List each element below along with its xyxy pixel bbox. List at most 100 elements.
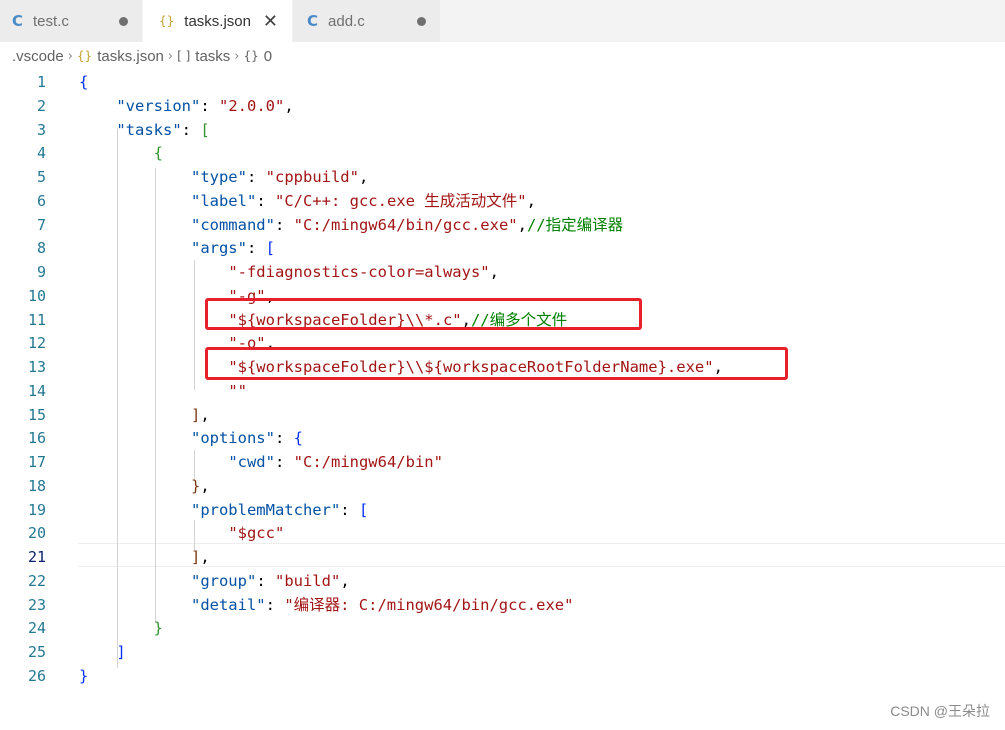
code-token: , xyxy=(489,263,499,281)
code-line: 14 "" xyxy=(0,379,1005,403)
code-line: 25 ] xyxy=(0,640,1005,664)
c-file-icon: C xyxy=(12,12,24,30)
code-line: 7 "command": "C:/mingw64/bin/gcc.exe",//… xyxy=(0,213,1005,237)
code-line: 24 } xyxy=(0,616,1005,640)
json-string: "build" xyxy=(274,571,341,590)
breadcrumb-array[interactable]: [ ] tasks xyxy=(177,48,230,65)
code-token: : xyxy=(256,191,275,210)
json-string: "C:/mingw64/bin" xyxy=(293,453,443,471)
code-token: : xyxy=(340,500,359,519)
json-string: "2.0.0" xyxy=(219,96,285,115)
line-number: 26 xyxy=(27,666,46,685)
line-number: 20 xyxy=(27,524,46,543)
editor-tab-bar: C test.c {} tasks.json ✕ C add.c xyxy=(0,0,1005,42)
code-line: 8 "args": [ xyxy=(0,236,1005,260)
json-key: "detail" xyxy=(190,595,266,614)
line-number: 22 xyxy=(27,571,46,590)
object-symbol-icon: {} xyxy=(243,49,259,63)
code-token: : xyxy=(181,120,201,139)
code-line: 19 "problemMatcher": [ xyxy=(0,498,1005,522)
code-line: 6 "label": "C/C++: gcc.exe 生成活动文件", xyxy=(0,189,1005,213)
breadcrumb-object-label: 0 xyxy=(263,47,273,65)
c-file-icon: C xyxy=(307,12,319,30)
tab-tasks-json[interactable]: {} tasks.json ✕ xyxy=(143,0,293,42)
code-editor[interactable]: 1{2 "version": "2.0.0", 3 "tasks": [4 {5 … xyxy=(0,70,1005,690)
json-string: "C/C++: gcc.exe 生成活动文件" xyxy=(274,191,527,210)
json-string: "C:/mingw64/bin/gcc.exe" xyxy=(293,215,518,234)
bracket: } xyxy=(190,476,201,495)
json-key: "type" xyxy=(190,168,247,186)
code-token: , xyxy=(200,548,210,566)
line-number: 13 xyxy=(27,358,46,376)
line-number: 11 xyxy=(27,310,46,329)
json-key: "problemMatcher" xyxy=(190,500,341,519)
code-token: : xyxy=(200,96,219,115)
bracket: ] xyxy=(190,548,201,566)
chevron-right-icon: › xyxy=(67,48,73,64)
code-token: : xyxy=(246,239,266,258)
code-line: 26} xyxy=(0,664,1005,688)
json-key: "command" xyxy=(190,215,275,234)
line-number: 14 xyxy=(27,381,46,400)
line-number: 19 xyxy=(27,500,46,519)
breadcrumb: .vscode › {} tasks.json › [ ] tasks › {}… xyxy=(0,42,1005,70)
bracket: ] xyxy=(116,643,126,661)
code-token: : xyxy=(265,595,285,614)
code-line: 2 "version": "2.0.0", xyxy=(0,94,1005,118)
json-file-icon: {} xyxy=(159,14,175,28)
code-line: 1{ xyxy=(0,70,1005,94)
bracket: [ xyxy=(265,239,275,258)
code-line: 5 "type": "cppbuild", xyxy=(0,165,1005,189)
highlight-box-source-files xyxy=(205,298,642,330)
unsaved-dot-icon[interactable] xyxy=(119,16,128,26)
bracket: { xyxy=(153,144,163,163)
code-line: 17 "cwd": "C:/mingw64/bin" xyxy=(0,450,1005,474)
line-number: 16 xyxy=(27,429,46,448)
bracket: { xyxy=(79,73,89,91)
code-comment: //指定编译器 xyxy=(526,215,624,234)
line-number: 9 xyxy=(36,263,46,281)
unsaved-dot-icon[interactable] xyxy=(417,16,426,26)
close-tab-icon[interactable]: ✕ xyxy=(263,11,278,32)
json-string: "编译器: C:/mingw64/bin/gcc.exe" xyxy=(284,595,574,614)
code-line: 15 ], xyxy=(0,403,1005,427)
line-number: 8 xyxy=(36,239,46,258)
code-line: 22 "group": "build", xyxy=(0,569,1005,593)
code-line: 23 "detail": "编译器: C:/mingw64/bin/gcc.ex… xyxy=(0,593,1005,617)
code-line: 3 "tasks": [ xyxy=(0,118,1005,142)
code-token: , xyxy=(358,168,369,186)
tab-label: tasks.json xyxy=(184,12,251,30)
breadcrumb-array-label: tasks xyxy=(195,47,231,65)
line-number: 23 xyxy=(27,595,46,614)
code-token: : xyxy=(274,215,294,234)
breadcrumb-folder[interactable]: .vscode xyxy=(12,48,64,65)
breadcrumb-object[interactable]: {} 0 xyxy=(244,48,273,65)
json-file-icon: {} xyxy=(76,49,93,63)
line-number: 25 xyxy=(27,643,46,661)
tab-test-c[interactable]: C test.c xyxy=(0,0,143,42)
code-token: , xyxy=(200,405,210,424)
json-key: "cwd" xyxy=(228,453,275,471)
bracket: [ xyxy=(200,120,210,139)
line-number: 12 xyxy=(27,334,46,353)
breadcrumb-file[interactable]: {} tasks.json xyxy=(77,48,164,65)
code-token: : xyxy=(274,429,294,448)
code-token: : xyxy=(256,571,275,590)
tab-add-c[interactable]: C add.c xyxy=(293,0,441,42)
code-token: , xyxy=(526,191,536,210)
breadcrumb-file-label: tasks.json xyxy=(97,47,164,65)
